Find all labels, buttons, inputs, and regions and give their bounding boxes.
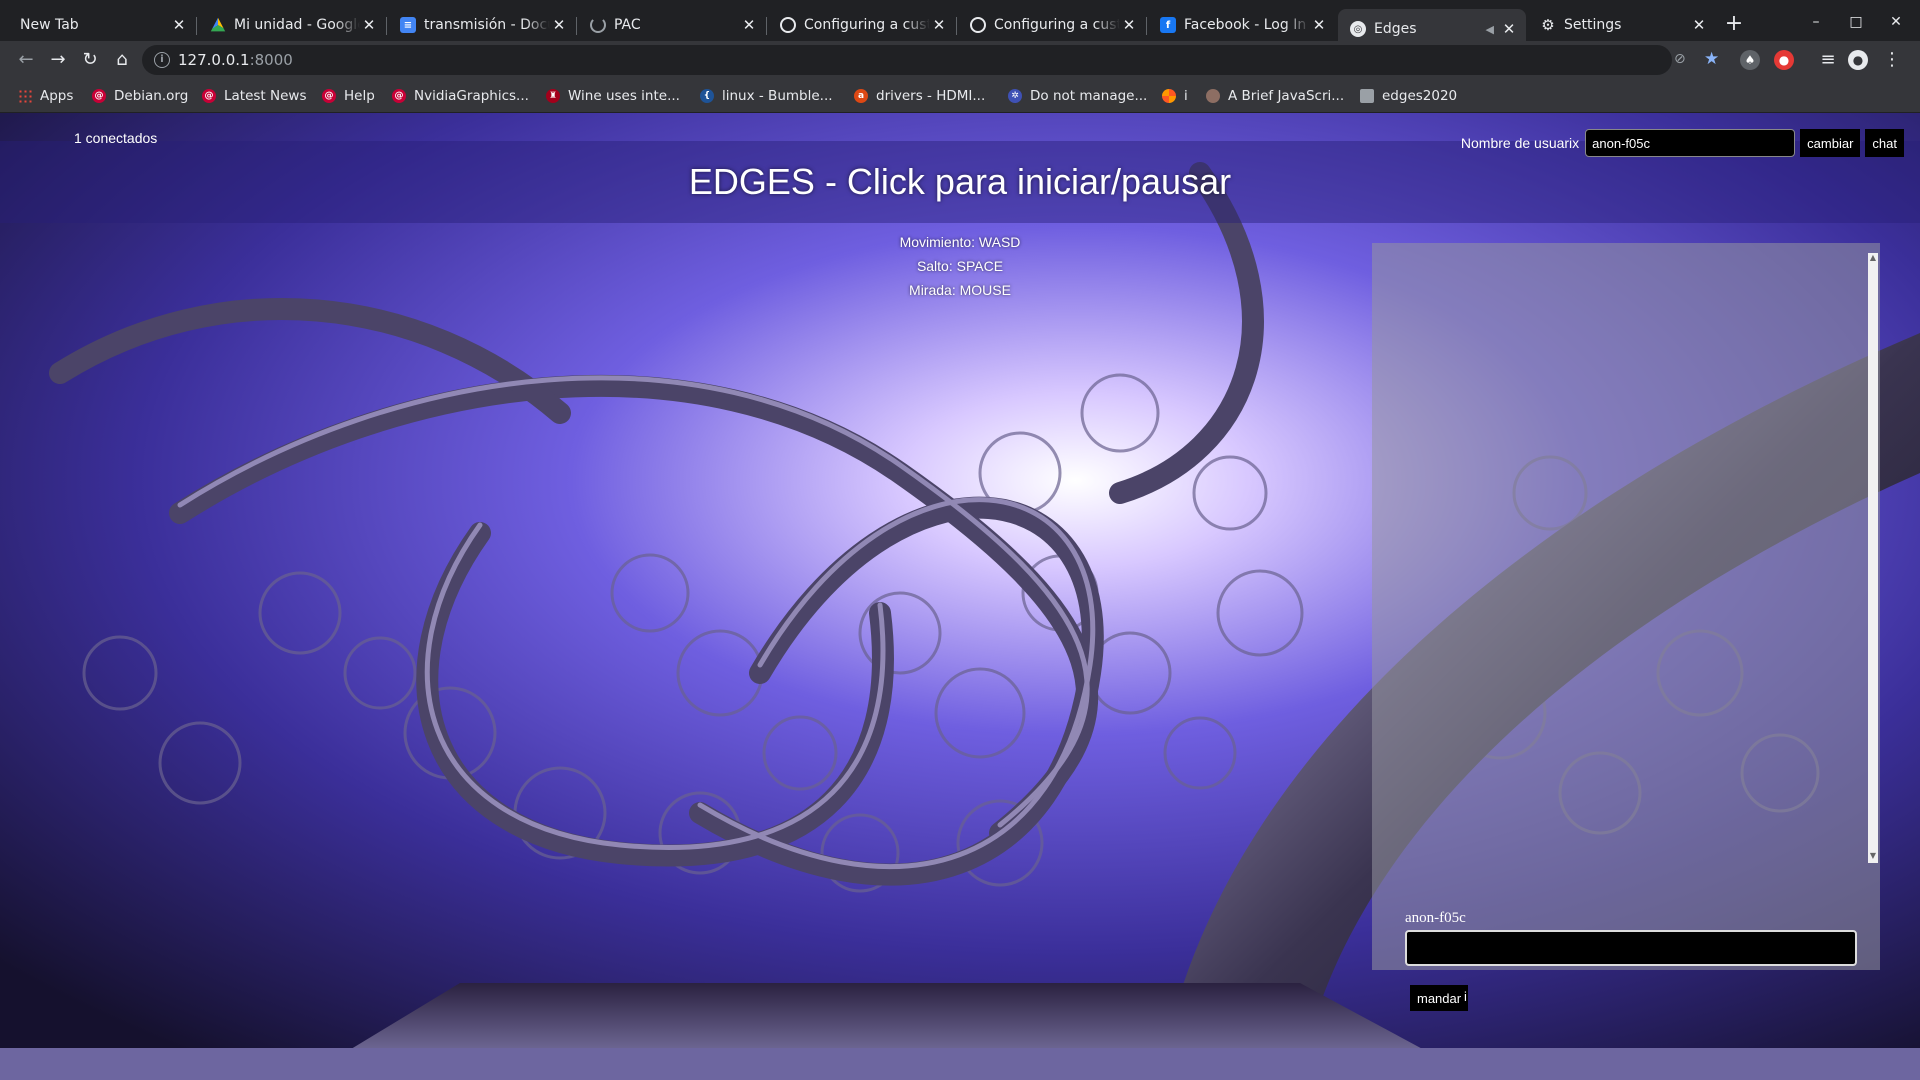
- tab-google-docs[interactable]: ≡ transmisión - Documentos ✕: [388, 9, 577, 41]
- extension-icon[interactable]: ♠: [1740, 50, 1760, 70]
- tab-title: New Tab: [20, 17, 79, 33]
- tab-new-tab[interactable]: New Tab ✕: [8, 9, 197, 41]
- tab-facebook[interactable]: f Facebook - Log In or Sign Up ✕: [1148, 9, 1336, 41]
- address-bar[interactable]: i 127.0.0.1:8000 ⊘ ★: [142, 45, 1719, 75]
- scroll-down-icon[interactable]: ▼: [1868, 851, 1878, 863]
- back-icon[interactable]: ←: [14, 48, 38, 72]
- bookmark-apps[interactable]: Apps: [18, 87, 73, 105]
- bookmark-edges2020[interactable]: edges2020: [1360, 87, 1457, 105]
- chat-scrollbar[interactable]: ▲ ▼: [1866, 253, 1880, 863]
- github-icon: [970, 17, 986, 33]
- tab-title: Edges: [1374, 21, 1417, 37]
- google-docs-icon: ≡: [400, 17, 416, 33]
- reload-icon[interactable]: ↻: [78, 48, 102, 72]
- debian-icon: @: [322, 89, 336, 103]
- info-icon[interactable]: i: [154, 52, 170, 68]
- browser-toolbar: ← → ↻ ⌂ i 127.0.0.1:8000 ⊘ ★ ♠ ● ≡ ● ⋮: [0, 41, 1920, 79]
- bookmark-do-not-manage[interactable]: ✲ Do not manage...: [1008, 87, 1147, 105]
- bookmark-help[interactable]: @ Help: [322, 87, 375, 105]
- debian-icon: @: [92, 89, 106, 103]
- globe-icon: ◎: [1350, 21, 1366, 37]
- tab-title: Configuring a custom: [804, 17, 930, 33]
- username-label: Nombre de usuarix: [1460, 135, 1580, 151]
- bookmark-brief-javascript[interactable]: A Brief JavaScri...: [1206, 87, 1344, 105]
- close-icon[interactable]: ✕: [550, 16, 568, 34]
- close-icon[interactable]: ✕: [170, 16, 188, 34]
- loading-icon: [590, 17, 606, 33]
- bookmark-nvidia[interactable]: @ NvidiaGraphics...: [392, 87, 529, 105]
- send-button[interactable]: mandar: [1410, 985, 1469, 1011]
- maximize-button[interactable]: □: [1838, 10, 1874, 34]
- debian-icon: @: [392, 89, 406, 103]
- media-control-icon[interactable]: ≡: [1816, 48, 1840, 72]
- chat-log-panel[interactable]: ▲ ▼: [1372, 243, 1880, 970]
- pinwheel-icon: [1162, 89, 1176, 103]
- bookmark-linux-bumblebee[interactable]: {linux - Bumble...: [700, 87, 833, 105]
- bookmark-drivers-hdmi[interactable]: a drivers - HDMI...: [854, 87, 985, 105]
- tab-title: Facebook - Log In or Sign Up: [1184, 17, 1310, 33]
- close-icon[interactable]: ✕: [930, 16, 948, 34]
- tab-google-drive[interactable]: Mi unidad - Google Drive ✕: [198, 9, 387, 41]
- tab-settings[interactable]: ⚙ Settings ✕: [1528, 9, 1716, 41]
- close-icon[interactable]: ✕: [1500, 20, 1518, 38]
- change-username-button[interactable]: cambiar: [1800, 129, 1861, 157]
- address-url[interactable]: 127.0.0.1:8000: [178, 51, 293, 69]
- chat-message-input[interactable]: [1405, 930, 1857, 966]
- askubuntu-icon: a: [854, 89, 868, 103]
- minimize-button[interactable]: –: [1798, 10, 1834, 34]
- page-viewport[interactable]: 1 conectados EDGES - Click para iniciar/…: [0, 113, 1920, 1080]
- tab-title: Settings: [1564, 17, 1622, 33]
- tab-title: transmisión - Documentos: [424, 17, 550, 33]
- site-icon: [1206, 89, 1220, 103]
- google-drive-icon: [210, 17, 226, 32]
- ublock-icon[interactable]: ●: [1774, 50, 1794, 70]
- facebook-icon: f: [1160, 17, 1176, 33]
- bookmark-latest-news[interactable]: @ Latest News: [202, 87, 307, 105]
- cookie-blocked-icon[interactable]: ⊘: [1674, 51, 1686, 67]
- tab-title: Configuring a custom: [994, 17, 1120, 33]
- window-close-button[interactable]: ✕: [1878, 10, 1914, 34]
- tab-title: PAC: [614, 17, 641, 33]
- bookmarks-bar: Apps @ Debian.org @ Latest News @ Help @ Nvi…: [0, 79, 1920, 113]
- folder-icon: [1360, 89, 1374, 103]
- gear-icon: ⚙: [1541, 16, 1555, 34]
- profile-icon[interactable]: ●: [1848, 50, 1868, 70]
- audio-icon[interactable]: ◀︎: [1486, 23, 1494, 36]
- stackexchange-icon: {: [700, 89, 714, 103]
- username-input[interactable]: [1585, 129, 1796, 157]
- scrollbar-track[interactable]: [1868, 265, 1878, 851]
- wine-icon: ♜: [546, 89, 560, 103]
- send-extra-label: i: [1464, 989, 1467, 1004]
- new-tab-button[interactable]: +: [1722, 13, 1746, 37]
- github-icon: [780, 17, 796, 33]
- apps-grid-icon: [18, 89, 32, 103]
- bookmark-wine[interactable]: ♜ Wine uses inte...: [546, 87, 680, 105]
- menu-icon[interactable]: ⋮: [1880, 48, 1904, 72]
- game-title[interactable]: EDGES - Click para iniciar/pausar: [0, 161, 1920, 203]
- chat-toggle-button[interactable]: chat: [1865, 129, 1904, 157]
- debian-icon: @: [202, 89, 216, 103]
- tab-configuring-2[interactable]: Configuring a custom ✕: [958, 9, 1147, 41]
- close-icon[interactable]: ✕: [740, 16, 758, 34]
- scroll-up-icon[interactable]: ▲: [1868, 253, 1878, 265]
- tab-pac[interactable]: PAC ✕: [578, 9, 767, 41]
- bookmark-icon: ✲: [1008, 89, 1022, 103]
- bookmark-i[interactable]: i: [1162, 87, 1188, 105]
- close-icon[interactable]: ✕: [360, 16, 378, 34]
- tab-title: Mi unidad - Google Drive: [234, 17, 360, 33]
- close-icon[interactable]: ✕: [1690, 16, 1708, 34]
- chat-username: anon-f05c: [1405, 910, 1466, 926]
- bookmark-debian[interactable]: @ Debian.org: [92, 87, 188, 105]
- connected-count: 1 conectados: [74, 130, 158, 146]
- close-icon[interactable]: ✕: [1120, 16, 1138, 34]
- forward-icon[interactable]: →: [46, 48, 70, 72]
- home-icon[interactable]: ⌂: [110, 48, 134, 72]
- close-icon[interactable]: ✕: [1310, 16, 1328, 34]
- tab-configuring-1[interactable]: Configuring a custom ✕: [768, 9, 957, 41]
- bookmark-star-icon[interactable]: ★: [1704, 49, 1719, 69]
- username-bar: Nombre de usuarix cambiar chat: [1461, 129, 1904, 157]
